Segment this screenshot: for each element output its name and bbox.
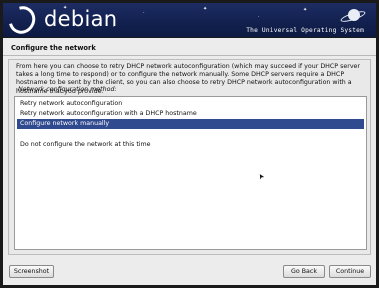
continue-button[interactable]: Continue: [329, 265, 371, 278]
star-icon: ✦: [303, 7, 308, 13]
method-label: Network configuration method:: [18, 86, 117, 93]
title-divider: [3, 55, 376, 56]
network-method-list[interactable]: Retry network autoconfiguration Retry ne…: [14, 96, 367, 250]
installer-panel: Configure the network From here you can …: [3, 38, 376, 285]
list-item-retry-dhcp-hostname[interactable]: Retry network autoconfiguration with a D…: [17, 109, 364, 119]
debian-swirl-icon: [3, 3, 41, 37]
list-item-configure-manually[interactable]: Configure network manually: [17, 119, 364, 129]
list-item-do-not-configure[interactable]: Do not configure the network at this tim…: [17, 140, 364, 150]
content-frame: From here you can choose to retry DHCP n…: [8, 59, 371, 255]
go-back-button[interactable]: Go Back: [283, 265, 325, 278]
screenshot-button[interactable]: Screenshot: [9, 265, 54, 278]
star-icon: ·: [143, 10, 145, 16]
debian-logo-text: debian: [44, 7, 118, 31]
list-item-retry-autoconfig[interactable]: Retry network autoconfiguration: [17, 99, 364, 109]
star-icon: ✦: [203, 6, 208, 12]
star-icon: ·: [258, 14, 260, 20]
banner-tagline: The Universal Operating System: [246, 27, 364, 34]
page-title: Configure the network: [11, 44, 96, 52]
debian-banner: ✦ · ✦ · ✦ · debian The Universal Operati…: [3, 3, 376, 37]
list-item-blank: [17, 129, 364, 139]
